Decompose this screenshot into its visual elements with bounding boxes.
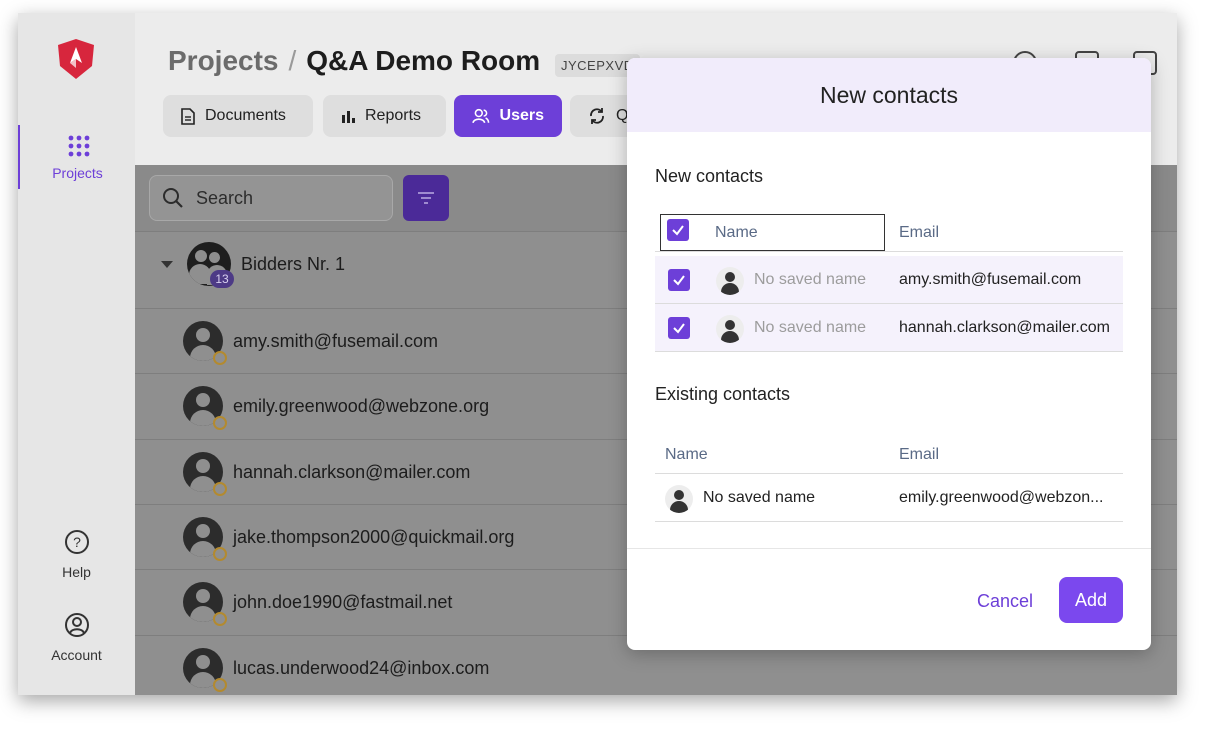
person-icon (716, 315, 744, 343)
document-icon (181, 107, 195, 125)
contact-email: hannah.clarkson@mailer.com (899, 319, 1111, 336)
existing-contacts-table-header: Name Email (655, 434, 1123, 474)
new-contacts-heading: New contacts (655, 166, 764, 186)
user-email: amy.smith@fusemail.com (233, 330, 438, 351)
user-email: jake.thompson2000@quickmail.org (233, 526, 515, 547)
dialog-footer: Cancel Add (627, 548, 1151, 650)
check-icon (673, 323, 685, 334)
dialog-title: New contacts (819, 81, 959, 108)
check-icon (672, 225, 684, 236)
avatar (183, 321, 227, 365)
contact-name: No saved name (703, 489, 816, 506)
status-indicator (213, 678, 227, 692)
column-header-email[interactable]: Email (899, 224, 939, 242)
contact-name: No saved name (754, 319, 867, 336)
new-contacts-table-header: Name Email (655, 212, 1123, 252)
avatar (183, 648, 227, 692)
member-count-badge: 13 (210, 270, 234, 288)
search-icon (163, 188, 183, 208)
tab-label: Documents (205, 107, 286, 124)
status-indicator (213, 351, 227, 365)
select-all-checkbox[interactable] (667, 219, 689, 241)
name-header-focus-outline (660, 214, 885, 251)
row-checkbox[interactable] (668, 317, 690, 339)
avatar (183, 452, 227, 496)
tab-label: Users (499, 107, 544, 124)
column-header-name[interactable]: Name (665, 446, 708, 464)
status-indicator (213, 612, 227, 626)
shield-logo[interactable] (56, 38, 96, 80)
contact-email: emily.greenwood@webzon... (899, 489, 1104, 506)
sidebar-item-label: Help (62, 564, 91, 580)
chevron-down-icon[interactable] (161, 260, 173, 268)
group-avatar: 13 (187, 242, 234, 288)
filter-icon (418, 192, 434, 204)
group-name: Bidders Nr. 1 (241, 253, 346, 274)
users-icon (472, 108, 490, 124)
breadcrumb-separator: / (288, 45, 297, 76)
sync-icon (590, 108, 604, 124)
person-icon (665, 485, 693, 513)
contact-name: No saved name (754, 271, 867, 288)
tab-documents[interactable]: Documents (163, 95, 313, 137)
grid-icon (68, 135, 90, 157)
search-input[interactable]: Search (149, 175, 393, 221)
help-circle-icon: ? (64, 530, 89, 554)
filter-button[interactable] (403, 175, 449, 221)
user-email: hannah.clarkson@mailer.com (233, 461, 471, 482)
dialog-header: New contacts (627, 58, 1151, 132)
new-contacts-dialog: New contacts New contacts Name Email No … (627, 58, 1151, 650)
avatar (183, 582, 227, 626)
sidebar: Projects ? Help Account (18, 13, 135, 695)
tab-label: Reports (365, 107, 422, 124)
sidebar-item-account[interactable]: Account (18, 612, 135, 663)
sidebar-item-label: Account (51, 647, 102, 663)
svg-text:?: ? (73, 534, 81, 550)
account-circle-icon (64, 613, 89, 637)
breadcrumb: Projects / Q&A Demo Room (168, 45, 540, 77)
cancel-button[interactable]: Cancel (977, 591, 1033, 612)
tab-users[interactable]: Users (454, 95, 562, 137)
column-header-email[interactable]: Email (899, 446, 939, 464)
search-placeholder: Search (196, 187, 254, 208)
status-indicator (213, 482, 227, 496)
breadcrumb-projects[interactable]: Projects (168, 45, 279, 76)
page-title: Q&A Demo Room (306, 45, 541, 76)
sidebar-item-projects[interactable]: Projects (18, 125, 135, 189)
add-button[interactable]: Add (1059, 577, 1123, 623)
avatar (183, 517, 227, 561)
column-header-name[interactable]: Name (715, 224, 758, 242)
sidebar-item-label: Projects (52, 165, 103, 181)
sidebar-item-help[interactable]: ? Help (18, 529, 135, 580)
user-email: john.doe1990@fastmail.net (233, 591, 453, 612)
bar-chart-icon (342, 111, 355, 123)
existing-contact-row[interactable]: No saved name emily.greenwood@webzon... (655, 474, 1123, 522)
avatar (183, 386, 227, 430)
new-contact-row[interactable]: No saved name hannah.clarkson@mailer.com (655, 304, 1123, 352)
contact-email: amy.smith@fusemail.com (899, 271, 1082, 288)
user-email: lucas.underwood24@inbox.com (233, 657, 490, 678)
existing-contacts-heading: Existing contacts (655, 384, 791, 404)
check-icon (673, 275, 685, 286)
user-email: emily.greenwood@webzone.org (233, 395, 490, 416)
tab-reports[interactable]: Reports (323, 95, 446, 137)
status-indicator (213, 416, 227, 430)
new-contact-row[interactable]: No saved name amy.smith@fusemail.com (655, 256, 1123, 304)
row-checkbox[interactable] (668, 269, 690, 291)
person-icon (716, 267, 744, 295)
status-indicator (213, 547, 227, 561)
